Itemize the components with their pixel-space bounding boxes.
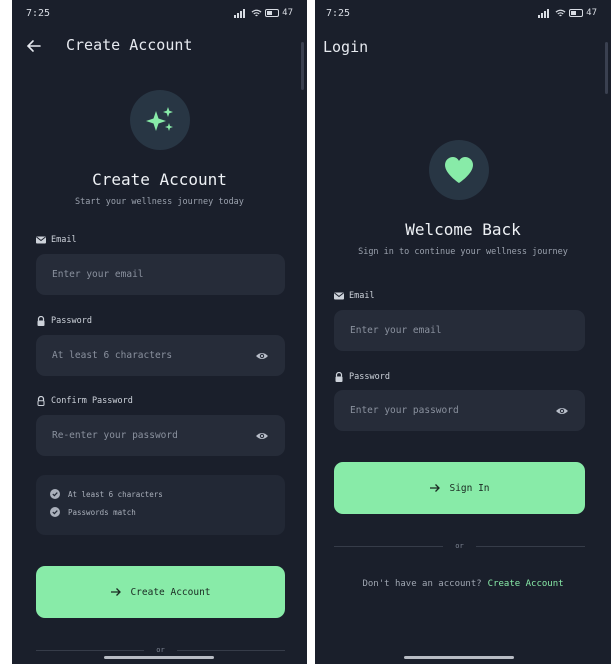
signal-icon bbox=[234, 8, 246, 18]
home-indicator[interactable] bbox=[104, 656, 214, 659]
signup-prompt: Don't have an account? Create Account bbox=[315, 579, 611, 589]
home-indicator[interactable] bbox=[404, 656, 514, 659]
battery-level: 47 bbox=[586, 8, 597, 18]
status-bar: 7:25 47 bbox=[315, 8, 611, 24]
password-label: Password bbox=[36, 316, 92, 326]
scrollbar[interactable] bbox=[301, 42, 304, 90]
sign-in-button-label: Sign In bbox=[449, 482, 490, 494]
email-label-text: Email bbox=[51, 235, 77, 245]
password-field[interactable]: At least 6 characters bbox=[36, 335, 285, 376]
arrow-right-icon bbox=[111, 588, 122, 596]
status-time: 7:25 bbox=[326, 8, 351, 19]
password-label: Password bbox=[334, 372, 390, 382]
signup-prompt-text: Don't have an account? bbox=[362, 579, 482, 589]
password-requirements: At least 6 characters Passwords match bbox=[36, 475, 285, 535]
check-circle-icon bbox=[50, 507, 60, 517]
confirm-password-placeholder: Re-enter your password bbox=[52, 430, 178, 441]
email-label: Email bbox=[36, 235, 77, 245]
lock-icon bbox=[335, 372, 343, 382]
email-placeholder: Enter your email bbox=[52, 269, 144, 280]
password-label-text: Password bbox=[349, 372, 390, 382]
lock-outline-icon bbox=[37, 396, 45, 406]
email-label-text: Email bbox=[349, 291, 375, 301]
signal-icon bbox=[538, 8, 550, 18]
page-title: Welcome Back bbox=[405, 220, 521, 239]
battery-level: 47 bbox=[282, 8, 293, 18]
or-divider: or bbox=[334, 541, 585, 551]
email-field[interactable]: Enter your email bbox=[36, 254, 285, 295]
check-circle-icon bbox=[50, 489, 60, 499]
status-icons: 47 bbox=[234, 8, 293, 18]
arrow-right-icon bbox=[430, 484, 441, 492]
mail-icon bbox=[334, 292, 344, 300]
eye-icon[interactable] bbox=[255, 429, 269, 443]
status-bar: 7:25 47 bbox=[12, 8, 307, 24]
create-account-link[interactable]: Create Account bbox=[488, 579, 564, 589]
lock-icon bbox=[37, 316, 45, 326]
requirement-text: Passwords match bbox=[68, 507, 136, 517]
scrollbar[interactable] bbox=[605, 42, 608, 94]
email-placeholder: Enter your email bbox=[350, 325, 442, 336]
create-account-button-label: Create Account bbox=[130, 586, 211, 598]
create-account-screen: 7:25 47 Create Account Create Account St… bbox=[12, 0, 307, 664]
page-title: Create Account bbox=[92, 170, 227, 189]
appbar-title: Create Account bbox=[66, 36, 193, 54]
password-placeholder: At least 6 characters bbox=[52, 350, 173, 361]
or-divider-text: or bbox=[455, 542, 464, 550]
hero-icon-circle bbox=[429, 140, 489, 200]
confirm-password-label-text: Confirm Password bbox=[51, 396, 133, 406]
hero-icon-circle bbox=[130, 90, 190, 150]
eye-icon[interactable] bbox=[555, 404, 569, 418]
confirm-password-field[interactable]: Re-enter your password bbox=[36, 415, 285, 456]
confirm-password-label: Confirm Password bbox=[36, 396, 133, 406]
back-arrow-icon[interactable] bbox=[26, 38, 42, 54]
mail-icon bbox=[36, 236, 46, 244]
status-icons: 47 bbox=[538, 8, 597, 18]
create-account-button[interactable]: Create Account bbox=[36, 566, 285, 618]
eye-icon[interactable] bbox=[255, 349, 269, 363]
password-placeholder: Enter your password bbox=[350, 405, 459, 416]
wifi-icon bbox=[251, 9, 262, 16]
sparkles-icon bbox=[146, 107, 173, 131]
battery-icon bbox=[265, 9, 280, 17]
page-subtitle: Start your wellness journey today bbox=[75, 197, 244, 207]
page-subtitle: Sign in to continue your wellness journe… bbox=[358, 247, 568, 257]
battery-icon bbox=[569, 9, 584, 17]
password-label-text: Password bbox=[51, 316, 92, 326]
requirement-text: At least 6 characters bbox=[68, 489, 163, 499]
wifi-icon bbox=[555, 9, 566, 16]
login-screen: 7:25 47 Login Welcome Back Sign in to co… bbox=[315, 0, 611, 664]
status-time: 7:25 bbox=[26, 8, 51, 19]
heart-icon bbox=[445, 157, 473, 183]
or-divider-text: or bbox=[156, 646, 165, 654]
email-label: Email bbox=[334, 291, 375, 301]
password-field[interactable]: Enter your password bbox=[334, 390, 585, 431]
requirement-item: Passwords match bbox=[50, 507, 136, 517]
or-divider: or bbox=[36, 645, 285, 655]
appbar-title: Login bbox=[323, 38, 369, 56]
email-field[interactable]: Enter your email bbox=[334, 310, 585, 351]
requirement-item: At least 6 characters bbox=[50, 489, 163, 499]
sign-in-button[interactable]: Sign In bbox=[334, 462, 585, 514]
